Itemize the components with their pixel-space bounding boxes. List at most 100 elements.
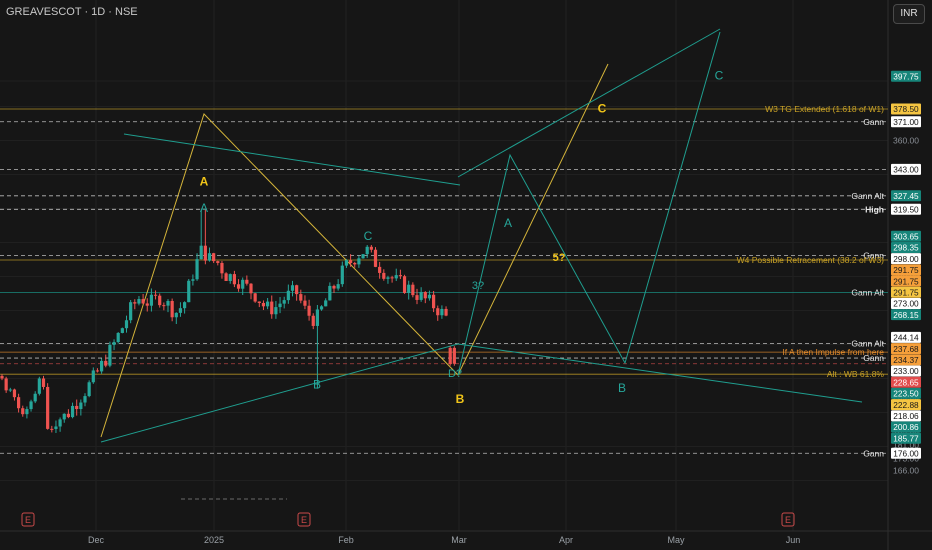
candle-body: [224, 273, 228, 281]
candle-body: [207, 253, 212, 261]
x-tick-label: Feb: [338, 535, 354, 545]
candle-body: [178, 308, 183, 313]
price-badge-label: 200.86: [893, 422, 919, 432]
x-tick-label: Mar: [451, 535, 467, 545]
earnings-event-marker[interactable]: E: [297, 512, 311, 527]
x-tick-label: May: [667, 535, 685, 545]
price-badge: 234.37: [891, 354, 921, 366]
candle-body: [270, 301, 274, 315]
price-badge: 291.75: [891, 286, 921, 298]
candle-body: [390, 277, 394, 279]
symbol-title: GREAVESCOT · 1D · NSE: [6, 6, 138, 18]
wave-label: 3?: [472, 280, 484, 292]
price-badge-label: 378.50: [893, 104, 919, 114]
candle-body: [145, 303, 149, 306]
candle-body: [261, 302, 266, 307]
price-badge: 327.45: [891, 190, 921, 202]
candle-body: [162, 305, 166, 307]
price-badge: 291.75: [891, 275, 921, 287]
candle-body: [212, 253, 216, 262]
candle-body: [444, 308, 448, 316]
candle-body: [324, 300, 328, 307]
level-label: Gann Alt: [851, 191, 884, 201]
candle-body: [83, 396, 87, 403]
candle-body: [108, 344, 112, 366]
candle-body: [29, 401, 33, 410]
price-chart[interactable]: AAC3?5?ACCBD?BB EEE Dec 2025 Feb Mar Apr May J…: [0, 0, 932, 550]
candle-body: [220, 262, 224, 274]
price-badge: 268.15: [891, 309, 921, 321]
wave-pattern-lines: [100, 28, 863, 443]
event-marker-label: E: [301, 515, 307, 525]
candle-body: [0, 375, 4, 379]
price-badge-label: 319.50: [893, 205, 919, 215]
price-badge: 222.88: [891, 399, 921, 411]
candle-body: [66, 413, 70, 418]
price-badge: 185.77: [891, 432, 921, 444]
candle-body: [365, 246, 369, 255]
candle-body: [199, 245, 203, 260]
price-badge-label: 291.75: [893, 276, 919, 286]
candle-body: [158, 295, 162, 306]
teal-wave-path: [457, 31, 721, 376]
wave-label: B: [618, 381, 626, 395]
earnings-event-marker[interactable]: E: [781, 512, 795, 527]
level-label: W4 Possible Retracement (38.2 of W3): [737, 255, 885, 265]
candle-body: [216, 261, 220, 263]
candle-body: [95, 370, 100, 372]
candle-body: [349, 260, 353, 263]
candle-body: [21, 408, 25, 415]
upper-trendline: [123, 133, 461, 186]
candle-body: [295, 285, 299, 295]
candle-body: [286, 290, 290, 301]
level-lines: [0, 108, 888, 500]
candle-body: [411, 284, 415, 296]
price-badge: 378.50: [891, 103, 921, 115]
candle-body: [357, 258, 361, 265]
price-badge-label: 218.06: [893, 411, 919, 421]
wave-label: B: [313, 378, 321, 392]
price-badge: 244.14: [891, 331, 921, 343]
price-badge-label: 233.00: [893, 366, 919, 376]
candle-body: [149, 294, 153, 306]
price-badge-label: 343.00: [893, 165, 919, 175]
price-badge: 397.75: [891, 70, 921, 82]
candle-body: [361, 254, 365, 259]
candle-body: [174, 312, 178, 318]
price-badge-label: 298.35: [893, 243, 919, 253]
price-axis[interactable]: 166.00173.00181.00189.00209.00260.00280.…: [891, 70, 921, 475]
candle-body: [249, 283, 253, 294]
candle-body: [137, 299, 141, 304]
candle-body: [440, 308, 444, 316]
price-badge-label: 327.45: [893, 191, 919, 201]
candle-body: [344, 260, 349, 266]
earnings-event-marker[interactable]: E: [21, 512, 35, 527]
price-badge-label: 273.00: [893, 299, 919, 309]
x-tick-label: Dec: [88, 535, 105, 545]
event-markers[interactable]: EEE: [21, 512, 795, 527]
candle-body: [70, 405, 75, 418]
event-marker-label: E: [25, 515, 31, 525]
candle-body: [91, 370, 95, 383]
candle-body: [195, 259, 199, 280]
currency-button[interactable]: INR: [893, 4, 925, 24]
candle-body: [278, 303, 282, 308]
price-badge: 273.00: [891, 297, 921, 309]
price-badge: 291.75: [891, 264, 921, 276]
candle-body: [282, 300, 286, 304]
candle-body: [37, 378, 41, 394]
candle-body: [378, 266, 382, 273]
candle-body: [402, 276, 407, 293]
candle-body: [75, 405, 79, 410]
candle-body: [25, 409, 29, 415]
price-badge: 233.00: [891, 365, 921, 377]
x-tick-label: Jun: [786, 535, 801, 545]
candle-body: [124, 320, 129, 329]
candle-body: [398, 275, 402, 277]
price-badge-label: 222.88: [893, 400, 919, 410]
candle-body: [311, 315, 315, 326]
candle-body: [407, 284, 411, 293]
price-badge-label: 176.00: [893, 448, 919, 458]
price-badge: 298.35: [891, 241, 921, 253]
candle-body: [17, 397, 21, 409]
